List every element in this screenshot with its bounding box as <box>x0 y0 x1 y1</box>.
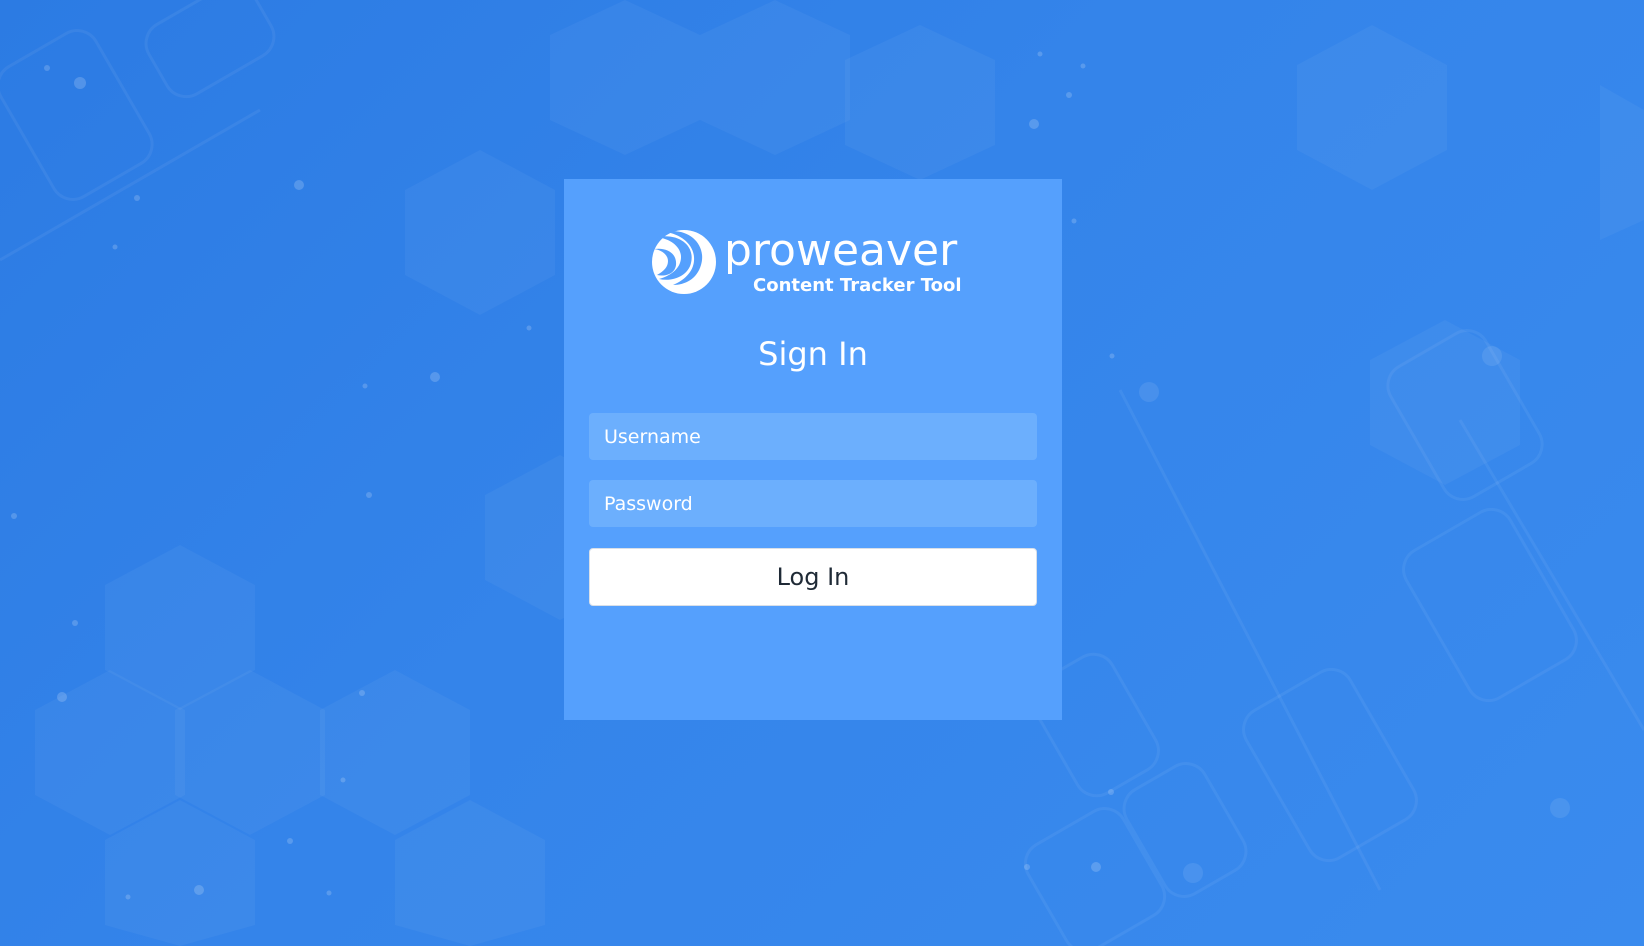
brand-name: proweaver <box>724 225 958 276</box>
brand-subtitle: Content Tracker Tool <box>753 275 962 296</box>
logo: proweaver Content Tracker Tool <box>651 225 981 299</box>
page-title: Sign In <box>758 335 868 373</box>
login-card: proweaver Content Tracker Tool Sign In L… <box>564 179 1062 720</box>
password-field[interactable] <box>589 480 1037 527</box>
proweaver-logo-icon <box>652 230 716 294</box>
username-field[interactable] <box>589 413 1037 460</box>
log-in-button[interactable]: Log In <box>589 548 1037 606</box>
